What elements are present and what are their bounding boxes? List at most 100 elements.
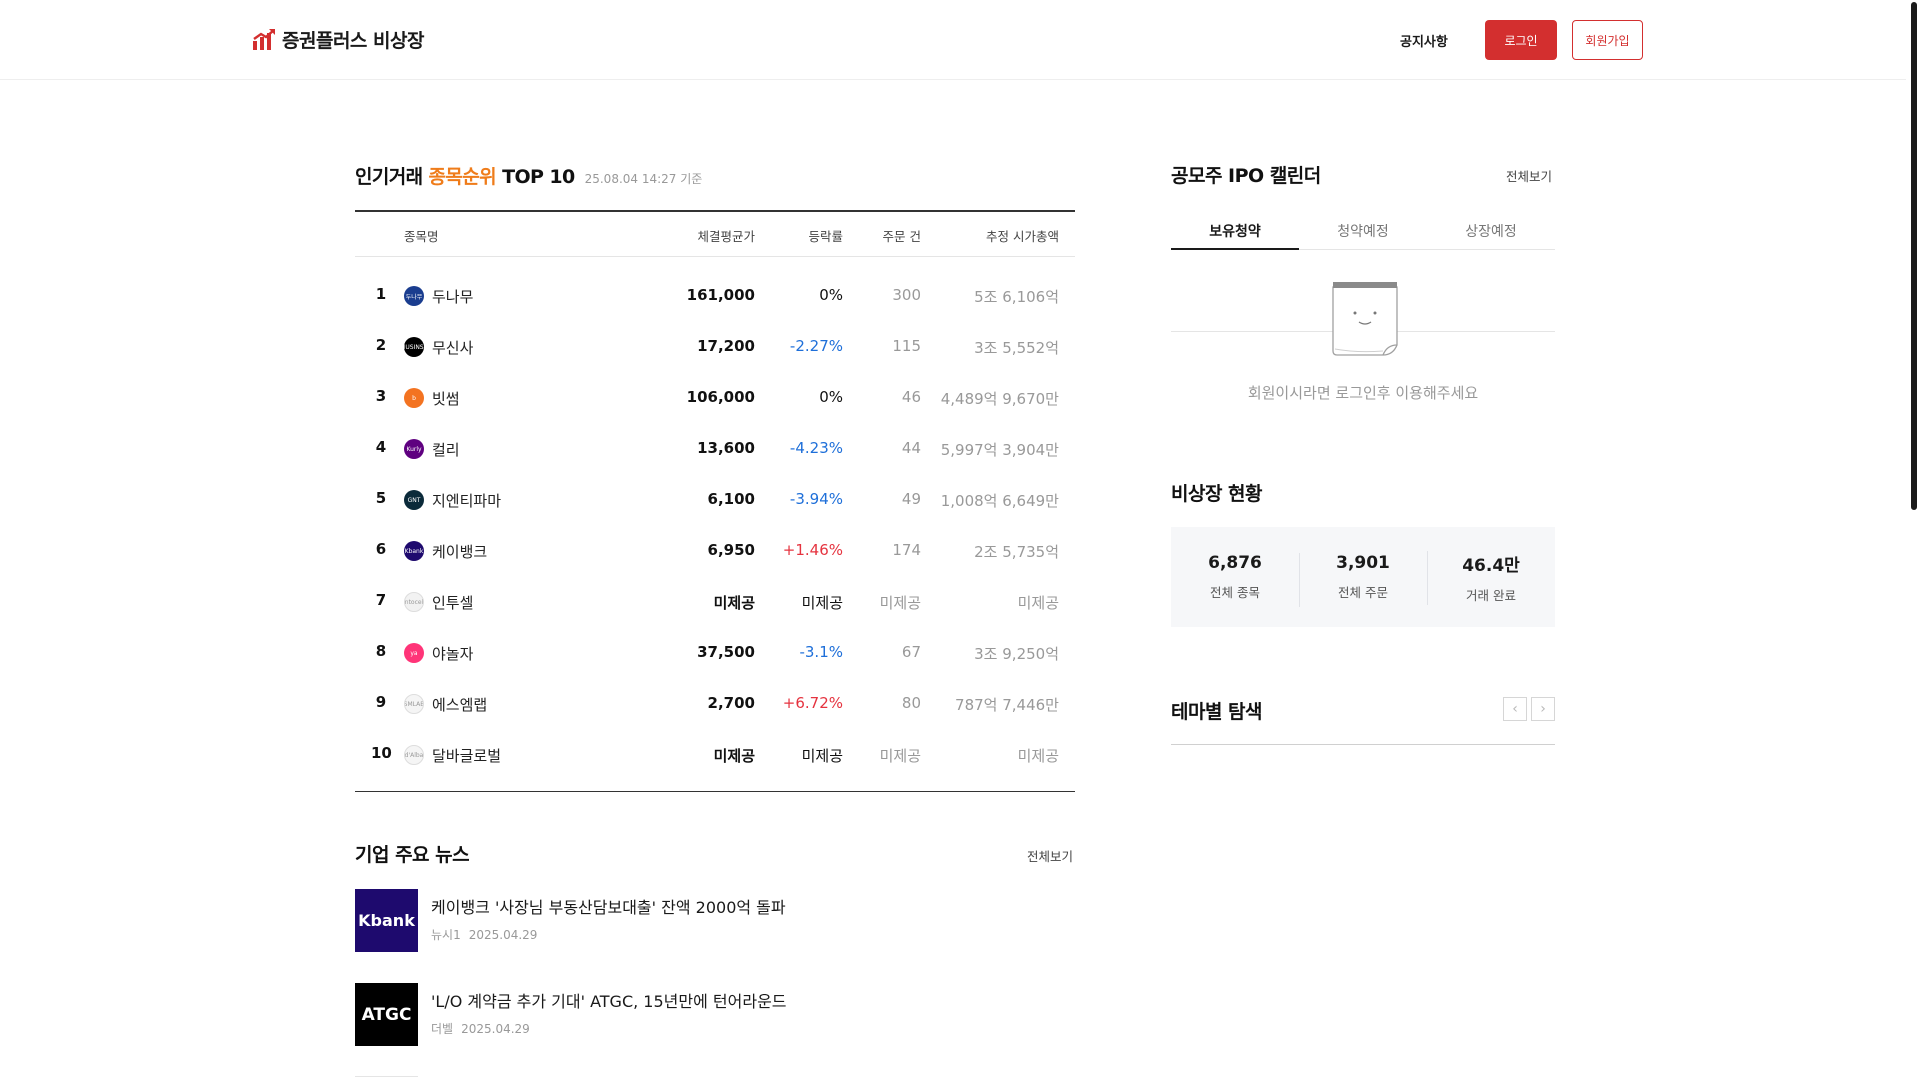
news-date: 2025.04.29 — [461, 1022, 530, 1036]
theme-next-button[interactable]: › — [1531, 697, 1555, 721]
news-source: 더벨 — [431, 1022, 454, 1036]
col-orders: 주문 건 — [882, 229, 921, 244]
theme-divider — [1171, 744, 1555, 745]
order-count: 46 — [901, 388, 921, 406]
scrollbar-thumb[interactable] — [1911, 2, 1917, 510]
news-item[interactable]: ATGC 'L/O 계약금 추가 기대' ATGC, 15년만에 턴어라운드더벨 2… — [355, 983, 1075, 1047]
stat-label: 전체 주문 — [1338, 585, 1388, 600]
ranking-row[interactable]: 1 두나무 두나무 161,000 0% 300 5조 6,106억 — [355, 269, 1075, 320]
company-logo-icon: ya — [404, 643, 424, 663]
news-more-link[interactable]: 전체보기 — [1027, 846, 1073, 865]
ranking-row[interactable]: 6 Kbank 케이뱅크 6,950 +1.46% 174 2조 5,735억 — [355, 524, 1075, 575]
change-rate: -2.27% — [789, 337, 843, 355]
avg-price: 17,200 — [697, 337, 755, 355]
stat-value: 6,876 — [1208, 553, 1262, 573]
ranking-title-pre: 인기거래 — [355, 166, 423, 188]
news-meta: 뉴시1 2025.04.29 — [431, 926, 537, 943]
news-headline[interactable]: 케이뱅크 '사장님 부동산담보대출' 잔액 2000억 돌파 — [431, 894, 786, 918]
company-logo-icon: 두나무 — [404, 286, 424, 306]
company-name[interactable]: 케이뱅크 — [432, 541, 487, 562]
news-item[interactable]: Kbank 케이뱅크 '사장님 부동산담보대출' 잔액 2000억 돌파뉴시1 20… — [355, 889, 1075, 953]
order-count: 미제공 — [879, 594, 921, 612]
ranking-row[interactable]: 3 b 빗썸 106,000 0% 46 4,489억 9,670만 — [355, 371, 1075, 422]
avg-price: 161,000 — [686, 286, 755, 304]
market-cap: 1,008억 6,649만 — [940, 492, 1059, 510]
company-name[interactable]: 무신사 — [432, 337, 473, 358]
company-name[interactable]: 에스엠랩 — [432, 694, 487, 715]
market-cap: 787억 7,446만 — [955, 696, 1059, 714]
empty-notepad-icon — [1332, 282, 1398, 356]
avg-price: 106,000 — [686, 388, 755, 406]
news-headline[interactable]: 'L/O 계약금 추가 기대' ATGC, 15년만에 턴어라운드 — [431, 988, 787, 1012]
notice-link[interactable]: 공지사항 — [1400, 31, 1448, 50]
change-rate: +1.46% — [782, 541, 843, 559]
ranking-row[interactable]: 10 d'Alba 달바글로벌 미제공 미제공 미제공 미제공 — [355, 728, 1075, 779]
ranking-row[interactable]: 8 ya 야놀자 37,500 -3.1% 67 3조 9,250억 — [355, 626, 1075, 677]
company-name[interactable]: 두나무 — [432, 286, 473, 307]
order-count: 49 — [901, 490, 921, 508]
ipo-empty-message: 회원이시라면 로그인후 이용해주세요 — [1247, 384, 1479, 402]
company-logo-icon: SMLAB — [404, 694, 424, 714]
ranking-table-body: 1 두나무 두나무 161,000 0% 300 5조 6,106억 2 MUSINSA 무신사 1… — [355, 257, 1075, 791]
tab-holding-subscription[interactable]: 보유청약 — [1171, 212, 1299, 250]
theme-title: 테마별 탐색 — [1171, 701, 1263, 723]
col-name: 종목명 — [404, 229, 439, 244]
ipo-more-link[interactable]: 전체보기 — [1506, 166, 1552, 185]
ranking-row[interactable]: 5 GNT 지엔티파마 6,100 -3.94% 49 1,008억 6,649만 — [355, 473, 1075, 524]
chart-up-logo-icon — [253, 28, 275, 50]
news-date: 2025.04.29 — [468, 928, 538, 942]
company-logo-icon: MUSINSA — [404, 337, 424, 357]
avg-price: 미제공 — [713, 747, 755, 765]
ranking-table-header: 종목명 체결평균가 등락률 주문 건 추정 시가총액 — [355, 212, 1075, 257]
rank-number: 10 — [371, 744, 392, 762]
news-meta: 더벨 2025.04.29 — [431, 1020, 530, 1037]
news-item-partial — [355, 1076, 418, 1080]
company-name[interactable]: 인투셀 — [432, 592, 473, 613]
company-name[interactable]: 컬리 — [432, 439, 460, 460]
ranking-row[interactable]: 2 MUSINSA 무신사 17,200 -2.27% 115 3조 5,552억 — [355, 320, 1075, 371]
company-name[interactable]: 지엔티파마 — [432, 490, 501, 511]
company-logo-icon: Kbank — [404, 541, 424, 561]
rank-number: 9 — [375, 693, 387, 711]
avg-price: 13,600 — [697, 439, 755, 457]
stat-label: 거래 완료 — [1466, 587, 1516, 603]
chevron-left-icon: ‹ — [1512, 701, 1518, 717]
theme-prev-button[interactable]: ‹ — [1503, 697, 1527, 721]
logo[interactable]: 증권플러스 비상장 — [252, 26, 424, 53]
company-name[interactable]: 야놀자 — [432, 643, 473, 664]
tab-upcoming-listing[interactable]: 상장예정 — [1427, 212, 1555, 249]
avg-price: 6,950 — [707, 541, 755, 559]
chevron-right-icon: › — [1540, 701, 1546, 717]
rank-number: 3 — [375, 387, 387, 405]
order-count: 44 — [901, 439, 921, 457]
company-logo-icon: GNT — [404, 490, 424, 510]
change-rate: -4.23% — [789, 439, 843, 457]
rank-number: 8 — [375, 642, 387, 660]
ranking-row[interactable]: 9 SMLAB 에스엠랩 2,700 +6.72% 80 787억 7,446만 — [355, 677, 1075, 728]
col-price: 체결평균가 — [697, 229, 755, 244]
news-thumbnail: Kbank — [355, 889, 418, 952]
company-logo-icon: b — [404, 388, 424, 408]
change-rate: -3.1% — [799, 643, 843, 661]
change-rate: 0% — [819, 388, 843, 406]
login-button[interactable]: 로그인 — [1485, 20, 1557, 60]
company-name[interactable]: 빗썸 — [432, 388, 460, 409]
stat-value: 46.4만 — [1462, 555, 1520, 576]
company-name[interactable]: 달바글로벌 — [432, 745, 501, 766]
ranking-row[interactable]: 7 intocell 인투셀 미제공 미제공 미제공 미제공 — [355, 575, 1075, 626]
signup-button[interactable]: 회원가입 — [1572, 20, 1643, 60]
tab-upcoming-subscription[interactable]: 청약예정 — [1299, 212, 1427, 249]
order-count: 미제공 — [879, 747, 921, 765]
change-rate: 미제공 — [801, 747, 843, 765]
rank-number: 2 — [375, 336, 387, 354]
order-count: 174 — [892, 541, 921, 559]
col-rate: 등락률 — [808, 229, 843, 244]
news-title: 기업 주요 뉴스 — [355, 844, 470, 866]
stat-label: 전체 종목 — [1210, 585, 1260, 600]
ranking-title-accent: 종목순위 — [428, 166, 497, 188]
news-thumbnail: ATGC — [355, 983, 418, 1046]
logo-text: 증권플러스 비상장 — [282, 30, 424, 52]
ranking-row[interactable]: 4 Kurly 컬리 13,600 -4.23% 44 5,997억 3,904만 — [355, 422, 1075, 473]
ipo-tabs: 보유청약 청약예정 상장예정 — [1171, 212, 1555, 250]
avg-price: 미제공 — [713, 594, 755, 612]
